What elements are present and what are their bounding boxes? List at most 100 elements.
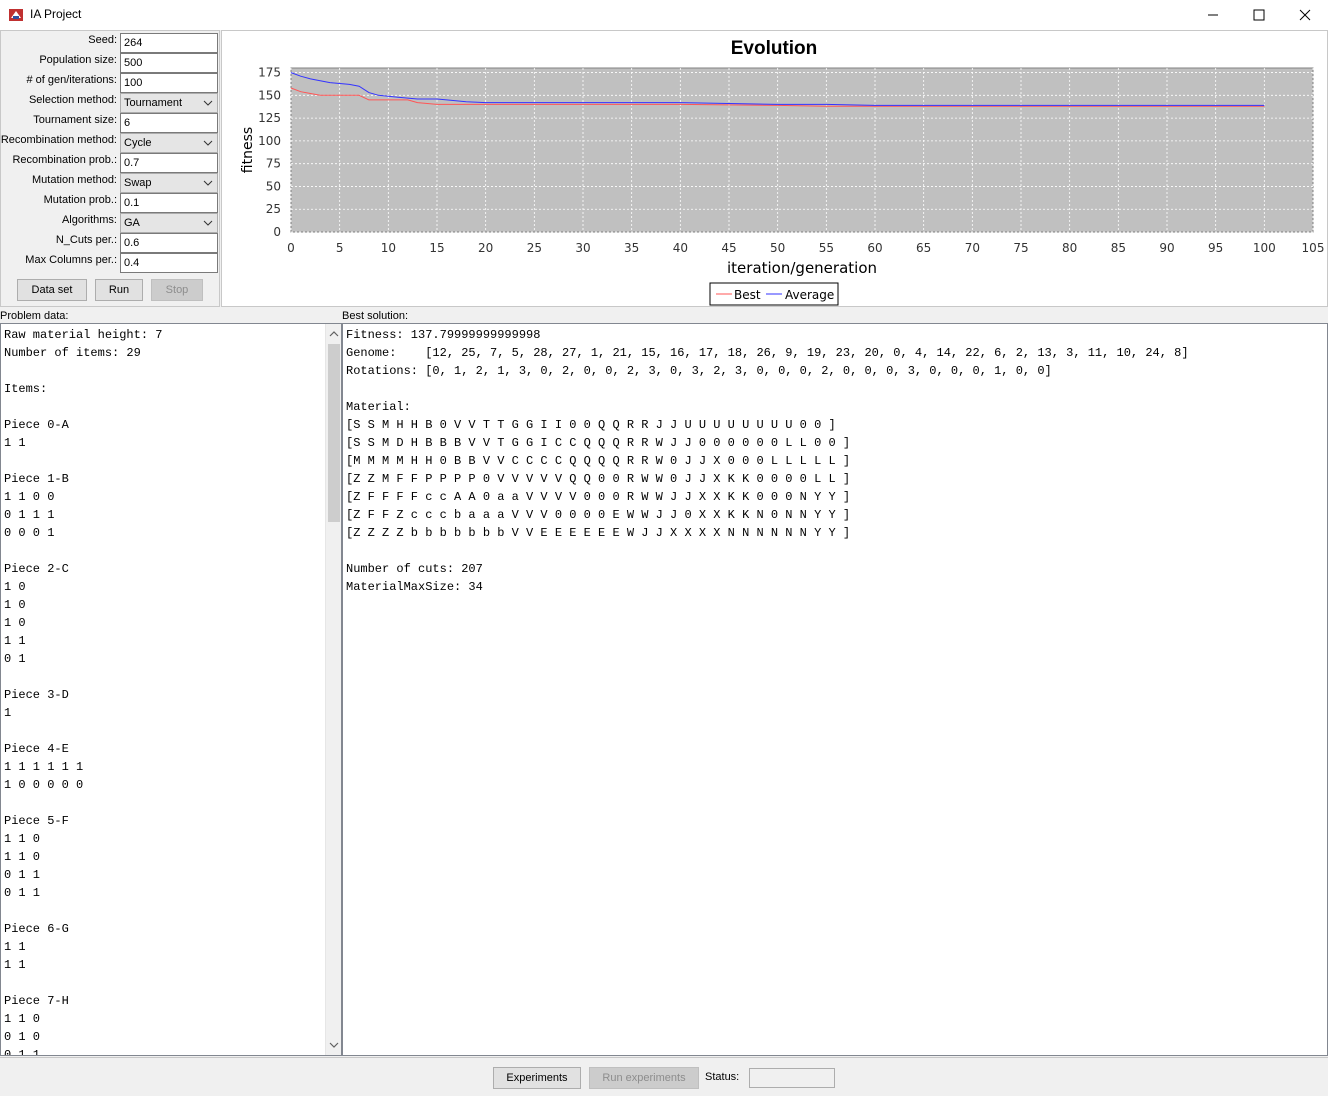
param-row: Recombination method: Cycle [1, 133, 221, 153]
param-select[interactable]: GA [120, 213, 218, 233]
close-button[interactable] [1282, 0, 1328, 30]
param-value: 0.1 [124, 197, 140, 209]
text-line: [Z Z M F F P P P P 0 V V V V V Q Q 0 0 R… [346, 472, 851, 486]
param-value: Tournament [124, 97, 183, 109]
text-line: [Z F F Z c c c b a a a V V V 0 0 0 0 E W… [346, 508, 851, 522]
footer-bar: Experiments Run experiments Status: [0, 1057, 1328, 1096]
x-tick-label: 75 [1013, 241, 1028, 255]
scroll-down-icon[interactable] [326, 1037, 342, 1053]
text-line: Number of cuts: 207 [346, 562, 483, 576]
param-input[interactable]: 0.1 [120, 193, 218, 213]
param-select[interactable]: Swap [120, 173, 218, 193]
problem-scrollbar[interactable] [325, 324, 341, 1055]
evolution-chart: Evolution 0 5 10 15 20 25 30 35 40 45 50 55 60 65 70 75… [240, 38, 1325, 306]
x-tick-label: 105 [1302, 241, 1325, 255]
param-value: 264 [124, 37, 143, 49]
param-label: Population size: [39, 54, 117, 66]
x-tick-label: 85 [1111, 241, 1126, 255]
chevron-down-icon [203, 100, 213, 106]
text-line: [M M M M H H 0 B B V V C C C C Q Q Q Q R… [346, 454, 851, 468]
text-line: Piece 7-H [4, 994, 69, 1008]
param-input[interactable]: 500 [120, 53, 218, 73]
problem-data-textarea[interactable]: Raw material height: 7 Number of items: 2… [0, 323, 342, 1056]
text-line: [Z F F F F c c A A 0 a a V V V V 0 0 0 R… [346, 490, 851, 504]
minimize-icon [1208, 14, 1218, 16]
y-tick-label: 125 [258, 111, 281, 125]
scroll-thumb[interactable] [328, 344, 340, 522]
text-line: 1 1 1 1 1 1 [4, 760, 84, 774]
java-app-icon [9, 9, 23, 21]
text-line: Piece 5-F [4, 814, 69, 828]
x-tick-label: 50 [770, 241, 785, 255]
param-label: Mutation prob.: [43, 194, 117, 206]
dataset-button[interactable]: Data set [17, 279, 87, 301]
param-label: Selection method: [28, 94, 117, 106]
maximize-icon [1253, 9, 1265, 21]
param-row: Algorithms: GA [1, 213, 221, 233]
run-button[interactable]: Run [95, 279, 143, 301]
y-tick-label: 0 [273, 225, 281, 239]
param-value: 0.7 [124, 157, 140, 169]
text-line: Raw material height: 7 [4, 328, 163, 342]
param-row: Recombination prob.: 0.7 [1, 153, 221, 173]
text-line: [S S M H H B 0 V V T T G G I I 0 0 Q Q R… [346, 418, 836, 432]
problem-data-label: Problem data: [0, 310, 69, 322]
plot-area [290, 67, 1314, 233]
title-bar: IA Project [0, 0, 1328, 30]
x-tick-label: 55 [819, 241, 834, 255]
text-line: 0 1 0 [4, 1030, 41, 1044]
experiments-button[interactable]: Experiments [493, 1067, 581, 1089]
param-row: Seed: 264 [1, 33, 221, 53]
param-input[interactable]: 0.4 [120, 253, 218, 273]
status-label: Status: [705, 1071, 740, 1083]
param-input[interactable]: 6 [120, 113, 218, 133]
x-tick-label: 90 [1159, 241, 1174, 255]
x-tick-label: 10 [381, 241, 396, 255]
maximize-button[interactable] [1236, 0, 1282, 30]
scroll-up-icon[interactable] [326, 326, 342, 342]
x-axis-label: iteration/generation [727, 259, 877, 277]
x-tick-label: 5 [336, 241, 344, 255]
text-line: Piece 0-A [4, 418, 69, 432]
param-row: Mutation prob.: 0.1 [1, 193, 221, 213]
text-line: Piece 3-D [4, 688, 69, 702]
param-label: N_Cuts per.: [55, 234, 117, 246]
x-tick-label: 70 [965, 241, 980, 255]
text-line [4, 668, 338, 686]
param-value: 100 [124, 77, 143, 89]
param-input[interactable]: 0.7 [120, 153, 218, 173]
evolution-chart-panel: Evolution 0 5 10 15 20 25 30 35 40 45 50 55 60 65 70 75… [221, 30, 1328, 307]
best-solution-label: Best solution: [342, 310, 409, 322]
param-input[interactable]: 264 [120, 33, 218, 53]
best-solution-textarea[interactable]: Fitness: 137.79999999999998 Genome: [12, … [342, 323, 1328, 1056]
param-label: Recombination method: [0, 134, 117, 146]
text-line: 0 1 [4, 652, 26, 666]
text-line: 1 1 0 [4, 1012, 41, 1026]
run-experiments-button[interactable]: Run experiments [589, 1067, 699, 1089]
stop-button[interactable]: Stop [151, 279, 203, 301]
x-tick-label: 95 [1208, 241, 1223, 255]
text-line: 0 1 1 [4, 1048, 41, 1056]
text-line: 1 1 0 [4, 850, 41, 864]
param-select[interactable]: Cycle [120, 133, 218, 153]
param-input[interactable]: 100 [120, 73, 218, 93]
param-value: 0.6 [124, 237, 140, 249]
x-tick-label: 25 [527, 241, 542, 255]
text-line: Piece 6-G [4, 922, 69, 936]
legend-average: Average [785, 288, 834, 302]
text-line [4, 542, 338, 560]
param-label: # of gen/iterations: [26, 74, 117, 86]
x-tick-label: 60 [867, 241, 882, 255]
text-line: 0 1 1 [4, 886, 41, 900]
minimize-button[interactable] [1190, 0, 1236, 30]
text-line: Genome: [12, 25, 7, 5, 28, 27, 1, 21, 15… [346, 346, 1189, 360]
x-tick-label: 35 [624, 241, 639, 255]
text-line [4, 722, 338, 740]
param-input[interactable]: 0.6 [120, 233, 218, 253]
param-select[interactable]: Tournament [120, 93, 218, 113]
text-line: 1 0 [4, 616, 26, 630]
text-line: 1 0 [4, 598, 26, 612]
x-tick-label: 0 [287, 241, 295, 255]
text-line [4, 974, 338, 992]
param-label: Algorithms: [61, 214, 117, 226]
